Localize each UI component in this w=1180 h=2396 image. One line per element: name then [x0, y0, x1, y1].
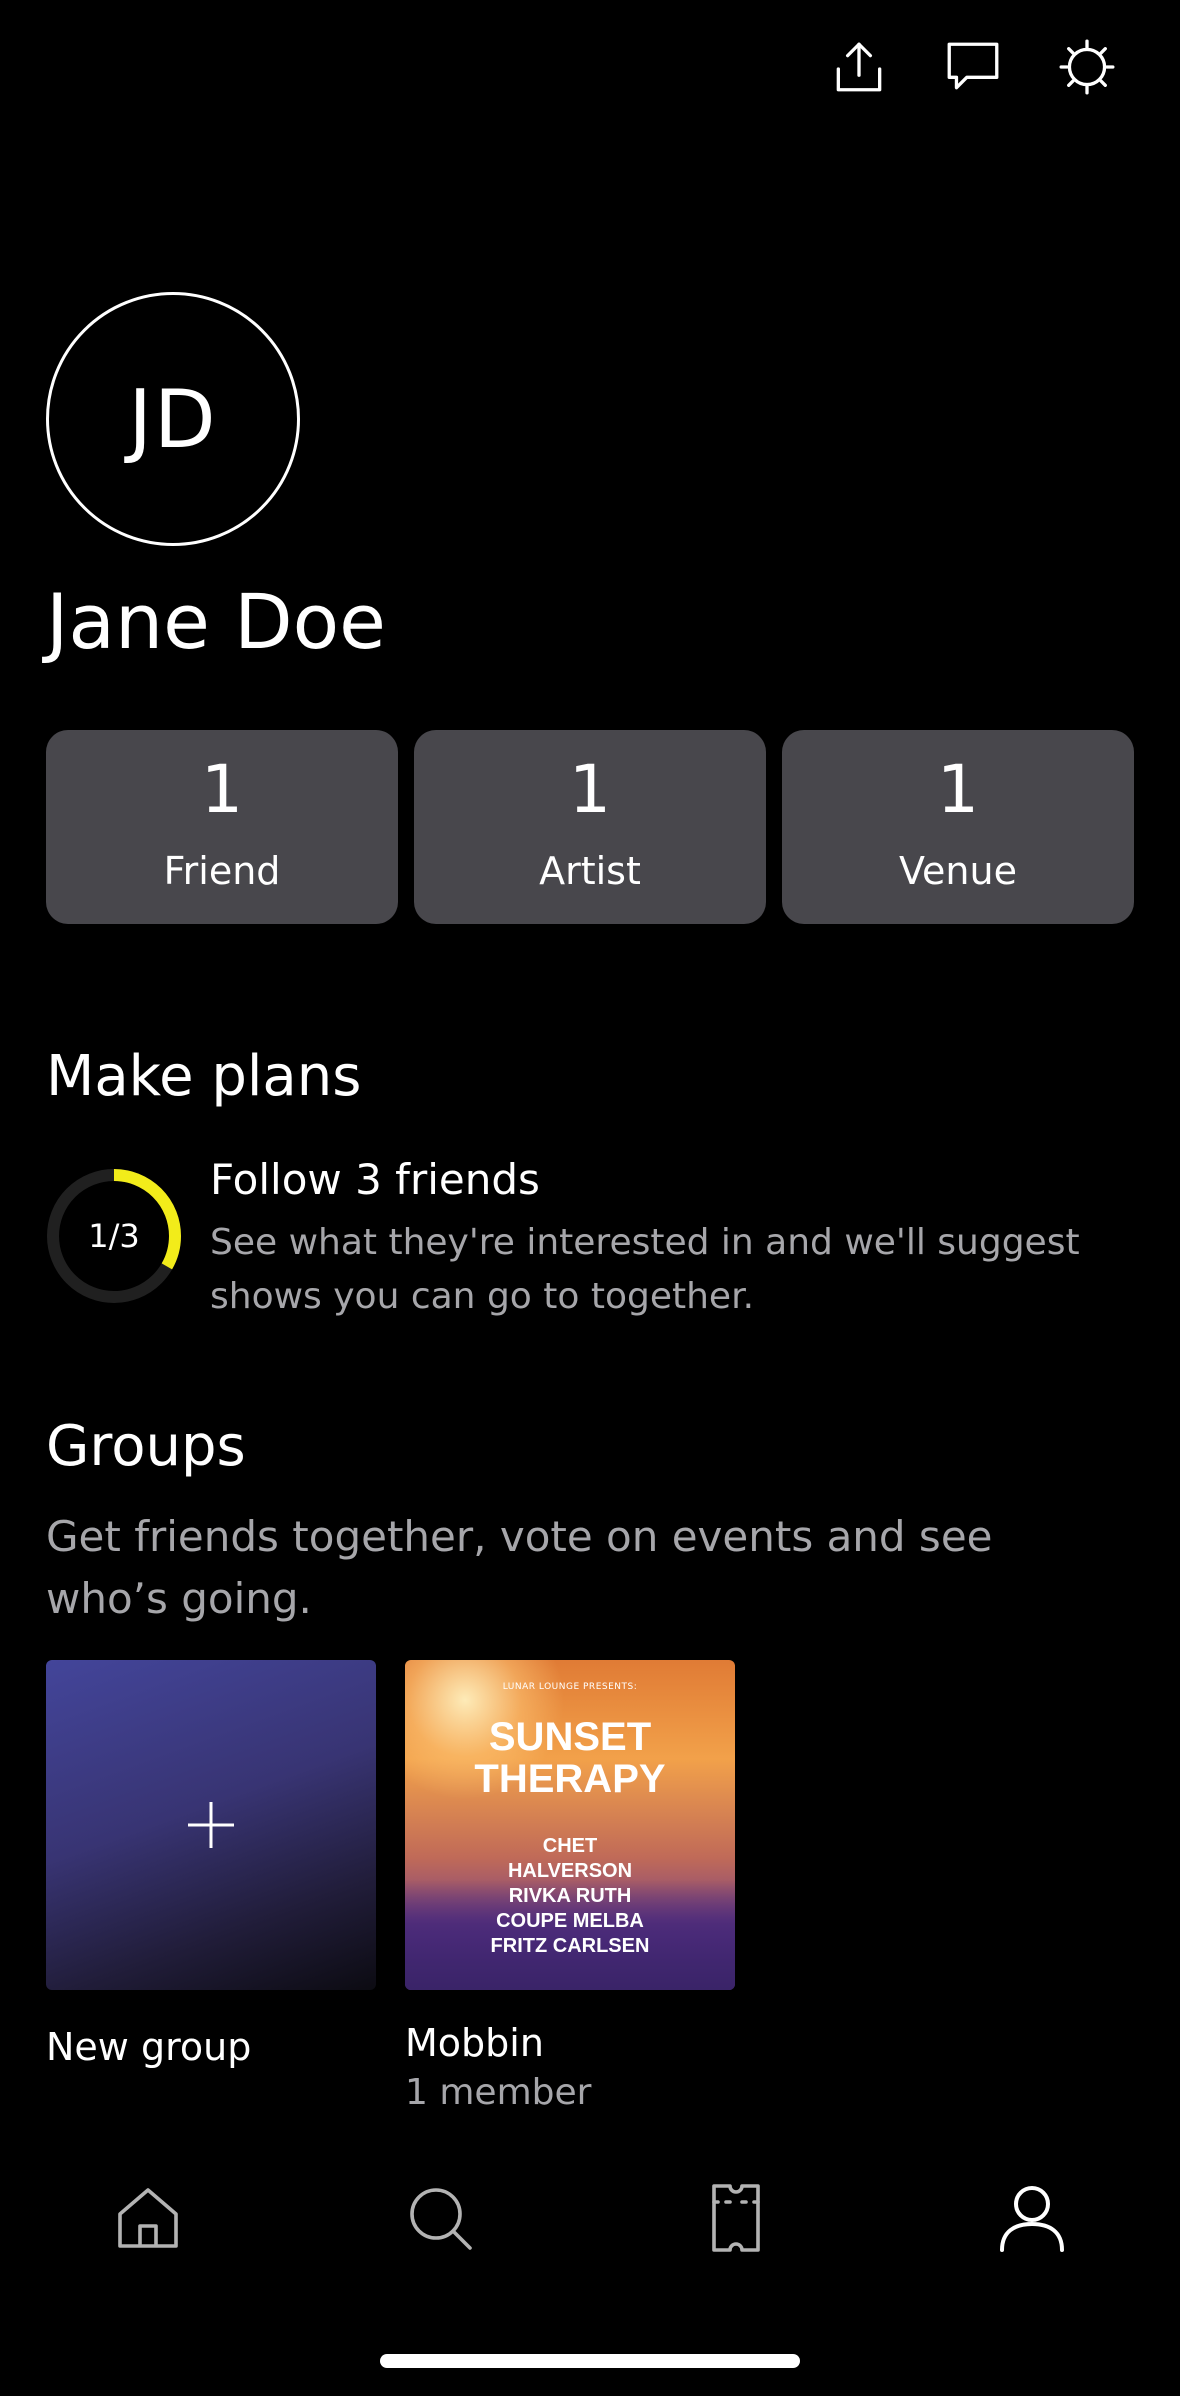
home-icon — [118, 2188, 178, 2248]
new-group-label[interactable]: New group — [46, 2022, 251, 2072]
nav-tickets[interactable] — [696, 2178, 776, 2258]
group-tile-mobbin[interactable]: LUNAR LOUNGE PRESENTS: SUNSET THERAPY CH… — [405, 1660, 735, 1990]
group-members: 1 member — [405, 2072, 592, 2113]
plus-icon — [188, 1802, 234, 1848]
profile-name: Jane Doe — [46, 577, 386, 666]
messages-button[interactable] — [938, 32, 1008, 102]
share-button[interactable] — [824, 32, 894, 102]
poster-lineup-item: FRITZ CARLSEN — [490, 1935, 650, 1957]
poster-lineup: CHET HALVERSON RIVKA RUTH COUPE MELBA FR… — [405, 1834, 735, 1959]
chat-bubble-icon — [947, 42, 999, 90]
task-description: See what they're interested in and we'll… — [210, 1222, 1080, 1317]
stat-count: 1 — [569, 751, 611, 828]
progress-ring: 1/3 — [46, 1168, 182, 1304]
poster-title-line: SUNSET — [488, 1715, 652, 1759]
make-plans-heading: Make plans — [46, 1044, 362, 1109]
stat-artists-card[interactable]: 1 Artist — [414, 730, 766, 924]
stat-label: Venue — [899, 849, 1017, 893]
stat-label: Artist — [539, 849, 641, 893]
poster-lineup-item: RIVKA RUTH — [508, 1885, 632, 1907]
nav-profile[interactable] — [992, 2178, 1072, 2258]
search-icon — [410, 2188, 472, 2250]
avatar[interactable]: JD — [46, 292, 300, 546]
stat-label: Friend — [163, 849, 281, 893]
share-icon — [836, 42, 882, 92]
groups-heading: Groups — [46, 1414, 246, 1479]
tickets-icon — [712, 2184, 760, 2252]
group-name[interactable]: Mobbin — [405, 2018, 544, 2068]
poster-lineup-item: COUPE MELBA — [496, 1910, 644, 1932]
nav-search[interactable] — [400, 2178, 480, 2258]
profile-icon — [1000, 2186, 1064, 2252]
stat-count: 1 — [937, 751, 979, 828]
nav-home[interactable] — [108, 2178, 188, 2258]
avatar-initials: JD — [128, 372, 218, 466]
settings-button[interactable] — [1052, 32, 1122, 102]
poster-lineup-item: CHET — [542, 1835, 598, 1857]
task-title[interactable]: Follow 3 friends — [210, 1152, 540, 1208]
groups-description: Get friends together, vote on events and… — [46, 1512, 993, 1623]
stat-friends-card[interactable]: 1 Friend — [46, 730, 398, 924]
new-group-tile[interactable] — [46, 1660, 376, 1990]
gear-icon — [1059, 39, 1115, 95]
poster-presenter: LUNAR LOUNGE PRESENTS: — [502, 1682, 638, 1692]
stat-count: 1 — [201, 751, 243, 828]
poster-title-line: THERAPY — [474, 1757, 666, 1801]
poster-title: SUNSET THERAPY — [405, 1716, 735, 1800]
progress-text: 1/3 — [88, 1217, 140, 1255]
stat-venues-card[interactable]: 1 Venue — [782, 730, 1134, 924]
home-indicator[interactable] — [380, 2354, 800, 2368]
poster-lineup-item: HALVERSON — [507, 1860, 633, 1882]
